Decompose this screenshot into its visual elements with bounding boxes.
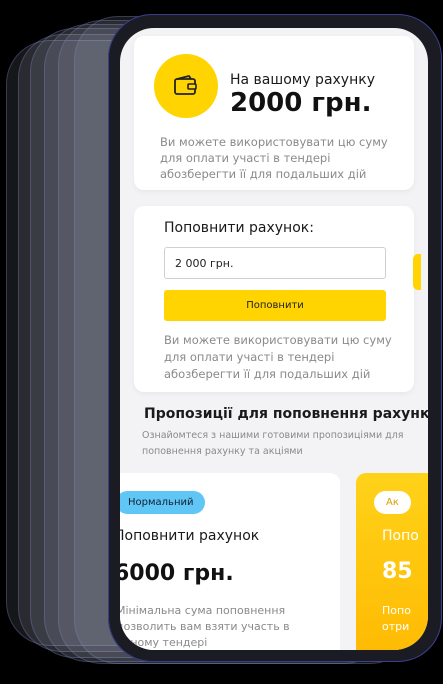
balance-label: На вашому рахунку xyxy=(230,72,375,88)
topup-card: Поповнити рахунок: Поповнити Ви можете в… xyxy=(134,206,414,392)
offer-title: Поповнити рахунок xyxy=(120,528,260,544)
offers-subtitle: Ознайомтеся з нашими готовими пропозиція… xyxy=(142,430,404,457)
offer-badge: Ак xyxy=(374,491,411,514)
offer-title: Попо xyxy=(382,528,419,544)
phone-screen: На вашому рахунку 2000 грн. Ви можете ви… xyxy=(120,28,428,650)
balance-card: На вашому рахунку 2000 грн. Ви можете ви… xyxy=(134,36,414,190)
side-tab[interactable] xyxy=(413,254,421,290)
offer-amount: 85 xyxy=(382,559,413,584)
offer-amount: 6000 грн. xyxy=(120,561,234,586)
balance-amount: 2000 грн. xyxy=(230,88,372,118)
offer-card-normal[interactable]: Нормальний Поповнити рахунок 6000 грн. М… xyxy=(120,473,340,650)
balance-note: Ви можете використовувати цю суму для оп… xyxy=(160,135,388,181)
topup-note: Ви можете використовувати цю суму для оп… xyxy=(164,333,392,381)
topup-button[interactable]: Поповнити xyxy=(164,290,386,321)
offer-badge: Нормальний xyxy=(120,491,206,514)
wallet-icon xyxy=(154,54,218,118)
offer-note: Попо отри xyxy=(382,604,411,633)
topup-title: Поповнити рахунок: xyxy=(164,220,314,236)
offer-card-promo[interactable]: Ак Попо 85 Попо отри xyxy=(356,473,428,650)
topup-amount-input[interactable] xyxy=(164,247,386,279)
offer-note: Мінімальна сума поповнення дозволить вам… xyxy=(120,604,290,649)
phone-frame: На вашому рахунку 2000 грн. Ви можете ви… xyxy=(108,14,442,662)
offers-title: Пропозиції для поповнення рахунку: xyxy=(144,406,428,422)
